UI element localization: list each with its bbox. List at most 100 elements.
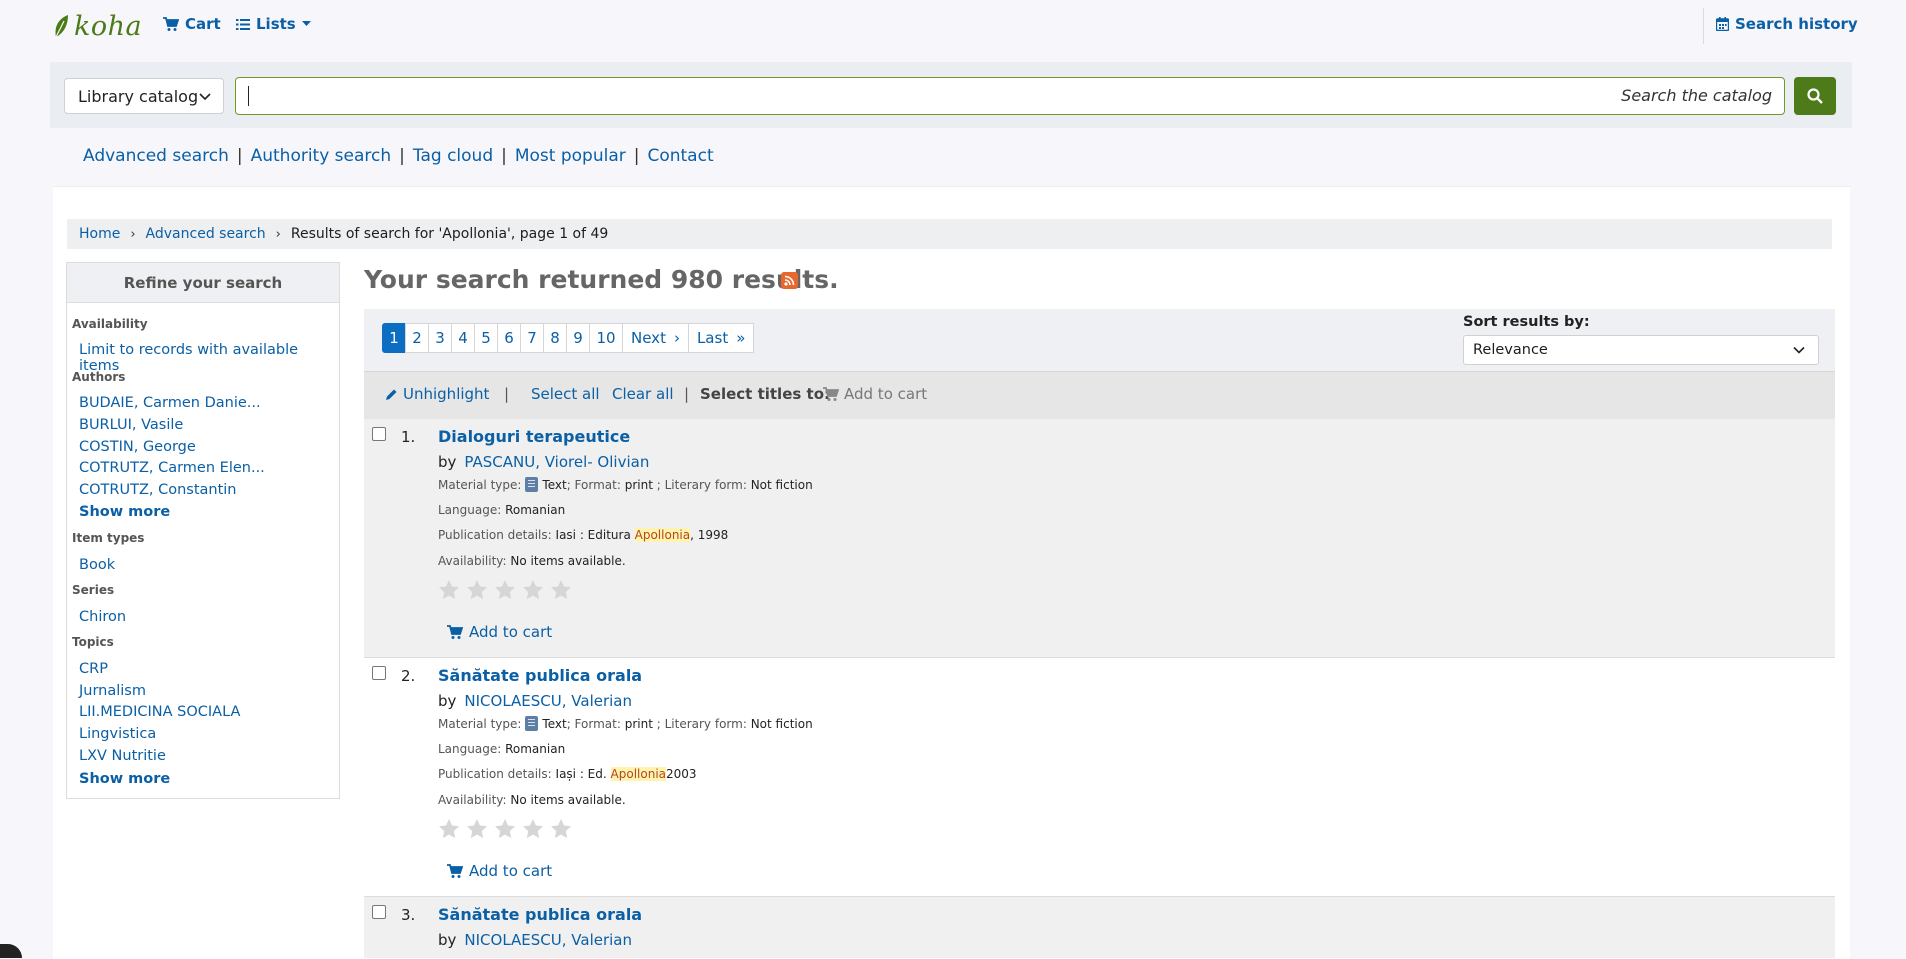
record-author[interactable]: PASCANU, Viorel- Olivian [464, 453, 649, 471]
page-10[interactable]: 10 [589, 323, 623, 353]
star-icon[interactable] [466, 818, 488, 839]
record-number: 2. [401, 667, 416, 685]
record-title[interactable]: Dialoguri terapeutice [438, 427, 630, 446]
toolbar-add-to-cart[interactable]: Add to cart [823, 385, 927, 403]
page-3[interactable]: 3 [428, 323, 452, 353]
chevron-right-icon: › [673, 329, 680, 347]
star-icon[interactable] [438, 579, 460, 600]
search-placeholder: Search the catalog [1621, 86, 1772, 105]
star-icon[interactable] [494, 818, 516, 839]
format-value: print [624, 716, 653, 731]
facet-author[interactable]: COTRUTZ, Carmen Elen... [79, 460, 265, 476]
last-label: Last [696, 329, 729, 347]
topics-show-more[interactable]: Show more [79, 771, 170, 787]
breadcrumb-advanced-search[interactable]: Advanced search [146, 226, 266, 242]
record-checkbox[interactable] [372, 905, 386, 919]
select-titles-text: Select titles to: [700, 385, 830, 403]
rss-icon[interactable] [781, 272, 798, 289]
next-page-button[interactable]: Next › [622, 323, 689, 353]
record-author[interactable]: NICOLAESCU, Valerian [464, 692, 632, 710]
language-label: Language: [438, 742, 502, 756]
nav-most-popular[interactable]: Most popular [515, 146, 626, 166]
search-button[interactable] [1794, 77, 1836, 115]
cart-link[interactable]: Cart [163, 15, 221, 33]
toolbar-separator: | [504, 385, 510, 403]
breadcrumb-home[interactable]: Home [79, 226, 120, 242]
facet-topic[interactable]: CRP [79, 661, 108, 677]
page-6[interactable]: 6 [497, 323, 521, 353]
catalog-select[interactable]: Library catalog [64, 78, 224, 114]
star-icon[interactable] [438, 818, 460, 839]
record-title[interactable]: Sănătate publica orala [438, 905, 642, 924]
top-divider [1703, 8, 1704, 44]
authors-show-more[interactable]: Show more [79, 504, 170, 520]
calendar-icon [1716, 17, 1729, 31]
catalog-select-value: Library catalog [78, 86, 199, 106]
star-icon[interactable] [466, 579, 488, 600]
window-corner [0, 944, 22, 958]
facet-author[interactable]: COSTIN, George [79, 439, 196, 455]
sort-select[interactable]: Relevance [1463, 335, 1819, 365]
page-9[interactable]: 9 [566, 323, 590, 353]
facet-topic[interactable]: Lingvistica [79, 726, 156, 742]
toolbar-separator: | [684, 385, 690, 403]
star-icon[interactable] [550, 579, 572, 600]
search-term-highlight: Apollonia [610, 767, 667, 781]
format-label: ; Format: [566, 716, 621, 731]
page-8[interactable]: 8 [543, 323, 567, 353]
facet-item-type[interactable]: Book [79, 557, 115, 573]
record-author[interactable]: NICOLAESCU, Valerian [464, 931, 632, 949]
record-checkbox[interactable] [372, 427, 386, 441]
book-icon [525, 477, 539, 492]
facet-author[interactable]: COTRUTZ, Constantin [79, 482, 237, 498]
search-icon [1807, 88, 1823, 104]
page-2[interactable]: 2 [405, 323, 429, 353]
chevron-down-icon [1793, 346, 1805, 354]
facet-series[interactable]: Chiron [79, 609, 126, 625]
nav-tag-cloud[interactable]: Tag cloud [413, 146, 493, 166]
material-type-value: Text [542, 477, 567, 492]
search-input[interactable]: Search the catalog [235, 77, 1785, 115]
add-to-cart-button[interactable]: Add to cart [447, 623, 552, 641]
rating-stars[interactable] [438, 579, 572, 600]
facet-topic[interactable]: LXV Nutritie [79, 748, 166, 764]
page-1[interactable]: 1 [382, 323, 406, 353]
add-to-cart-button[interactable]: Add to cart [447, 862, 552, 880]
star-icon[interactable] [494, 579, 516, 600]
facet-author[interactable]: BURLUI, Vasile [79, 417, 183, 433]
clear-all-link[interactable]: Clear all [612, 385, 674, 403]
lists-menu[interactable]: Lists [236, 15, 311, 33]
top-bar: koha Cart Lists Search history [0, 0, 1906, 52]
page-5[interactable]: 5 [474, 323, 498, 353]
record-title[interactable]: Sănătate publica orala [438, 666, 642, 685]
record-author-line: by NICOLAESCU, Valerian [438, 692, 632, 710]
nav-authority-search[interactable]: Authority search [251, 146, 392, 166]
koha-logo[interactable]: koha [52, 10, 142, 42]
nav-advanced-search[interactable]: Advanced search [83, 146, 229, 166]
last-page-button[interactable]: Last » [687, 323, 755, 353]
select-titles-label: Select titles to: [700, 385, 830, 403]
unhighlight-button[interactable]: Unhighlight [385, 385, 489, 403]
star-icon[interactable] [522, 818, 544, 839]
nav-contact[interactable]: Contact [647, 146, 713, 166]
rating-stars[interactable] [438, 818, 572, 839]
search-term-highlight: Apollonia [634, 528, 691, 542]
facet-title-availability: Availability [72, 317, 148, 331]
logo-text: koha [74, 10, 143, 42]
facet-author[interactable]: BUDAIE, Carmen Danie... [79, 395, 261, 411]
star-icon[interactable] [522, 579, 544, 600]
page-7[interactable]: 7 [520, 323, 544, 353]
breadcrumb: Home › Advanced search › Results of sear… [67, 219, 1832, 249]
search-history-link[interactable]: Search history [1716, 15, 1858, 33]
results-toolbar: Unhighlight | Select all Clear all | Sel… [364, 371, 1835, 420]
result-record: 1. Dialoguri terapeutice by PASCANU, Vio… [364, 419, 1835, 658]
facet-topic[interactable]: Jurnalism [79, 683, 146, 699]
material-type-line: Material type: Text ; Format: print ; Li… [438, 716, 813, 731]
format-value: print [624, 477, 653, 492]
star-icon[interactable] [550, 818, 572, 839]
select-all-link[interactable]: Select all [531, 385, 600, 403]
record-checkbox[interactable] [372, 666, 386, 680]
record-author-line: by PASCANU, Viorel- Olivian [438, 453, 649, 471]
facet-topic[interactable]: LII.MEDICINA SOCIALA [79, 704, 240, 720]
page-4[interactable]: 4 [451, 323, 475, 353]
